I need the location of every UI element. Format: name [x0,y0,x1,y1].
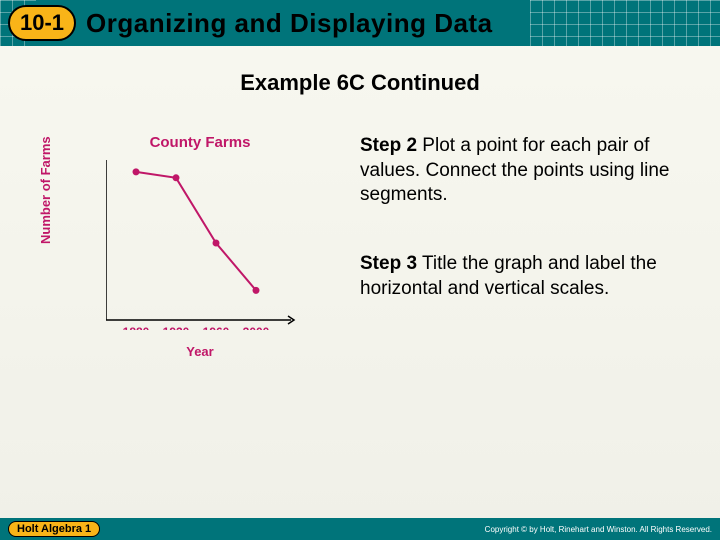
step-3-block: Step 3 Title the graph and label the hor… [360,252,692,301]
step-3-label: Step 3 [360,253,417,274]
xtick-1920: 1920 [163,325,190,330]
header-grid-deco-right [530,0,720,46]
chart-plot: 0 50 100 150 200 250 1880 1920 1960 2000 [106,160,296,330]
xtick-2000: 2000 [243,325,270,330]
footer-book-badge: Holt Algebra 1 [8,521,100,537]
chart: County Farms Number of Farms 0 50 100 15… [50,134,320,384]
chart-xlabel: Year [80,344,320,359]
footer-bar: Holt Algebra 1 Copyright © by Holt, Rine… [0,518,720,540]
content-row: County Farms Number of Farms 0 50 100 15… [0,134,720,384]
chart-ylabel: Number of Farms [38,136,53,244]
example-subtitle: Example 6C Continued [0,70,720,96]
xtick-1960: 1960 [203,325,230,330]
section-badge: 10-1 [8,5,76,41]
header-bar: 10-1 Organizing and Displaying Data [0,0,720,46]
chart-container: County Farms Number of Farms 0 50 100 15… [50,134,330,384]
xtick-1880: 1880 [123,325,150,330]
chart-title: County Farms [80,134,320,151]
page-title: Organizing and Displaying Data [86,8,493,39]
footer-copyright: Copyright © by Holt, Rinehart and Winsto… [485,525,712,534]
step-2-block: Step 2 Plot a point for each pair of val… [360,134,692,208]
instructions-column: Step 2 Plot a point for each pair of val… [360,134,692,384]
step-2-label: Step 2 [360,135,417,156]
